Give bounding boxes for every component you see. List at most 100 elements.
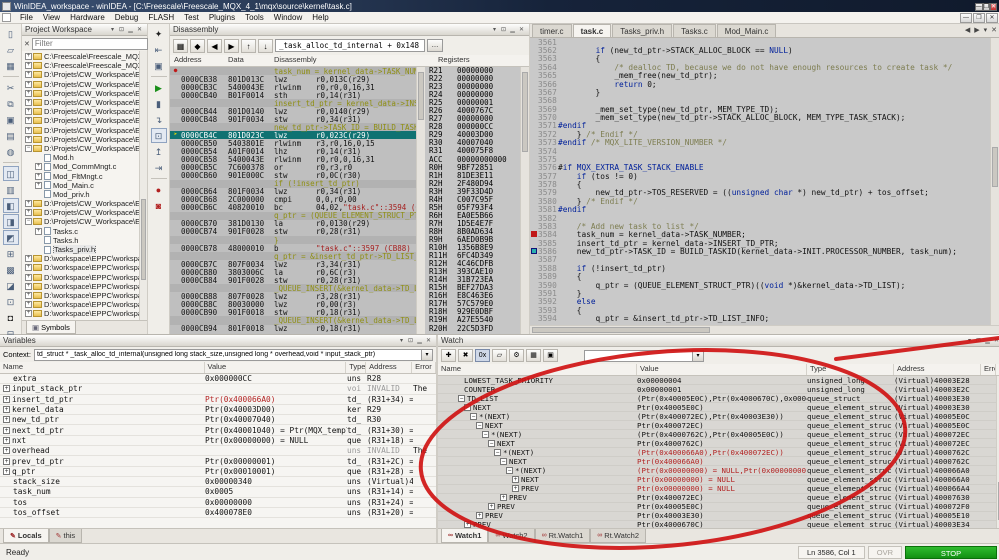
- tree-item[interactable]: + D:\Projets\CW_Workspace\EM: [22, 80, 139, 89]
- menu-window[interactable]: Window: [269, 12, 307, 24]
- tab-this[interactable]: ✎ this: [48, 529, 83, 543]
- table-row[interactable]: + nxt Ptr(0x00000000) = NULL que (R31+18) =: [0, 436, 436, 447]
- table-row[interactable]: + new_td_ptr Ptr(0x40007040) td_ R30: [0, 415, 436, 426]
- sfr-view-icon[interactable]: ◪: [3, 278, 19, 293]
- expander-icon[interactable]: +: [500, 494, 507, 502]
- close-icon[interactable]: ✕: [517, 25, 526, 35]
- add-watch-icon[interactable]: ✚: [441, 349, 456, 362]
- menu-view[interactable]: View: [38, 12, 65, 24]
- print-icon[interactable]: ▤: [3, 128, 19, 143]
- tree-item[interactable]: + C:\Freescale\Freescale_MQX_: [22, 61, 139, 70]
- expander-icon[interactable]: +: [25, 108, 32, 116]
- expander-icon[interactable]: +: [25, 200, 32, 208]
- context-combo[interactable]: td_struct * _task_alloc_td_internal(unsi…: [33, 348, 433, 361]
- code-line[interactable]: 3573 #endif /* MQX_LITE_VERSION_NUMBER */: [530, 138, 990, 147]
- expander-icon[interactable]: +: [25, 282, 32, 290]
- registers-scrollbar[interactable]: [520, 67, 529, 334]
- minimize-button[interactable]: —: [974, 3, 983, 11]
- tab-task-c[interactable]: task.c: [572, 24, 612, 37]
- tab-next-icon[interactable]: ▶: [972, 24, 981, 37]
- expander-icon[interactable]: +: [25, 264, 32, 272]
- mdi-restore-button[interactable]: ❐: [973, 12, 985, 23]
- folder-icon[interactable]: ▱: [492, 349, 507, 362]
- chevron-down-icon[interactable]: ▾: [108, 25, 117, 35]
- table-row[interactable]: + input_stack_ptr voi INVALID The: [0, 384, 436, 395]
- expander-icon[interactable]: −: [458, 394, 465, 402]
- expander-icon[interactable]: +: [25, 209, 32, 217]
- expander-icon[interactable]: +: [3, 385, 10, 393]
- expander-icon[interactable]: +: [25, 62, 32, 70]
- expander-icon[interactable]: −: [464, 403, 471, 411]
- code-line[interactable]: 3574: [530, 147, 990, 156]
- pause-icon[interactable]: ▮: [151, 96, 167, 111]
- mdi-close-button[interactable]: ✕: [986, 12, 998, 23]
- new-file-icon[interactable]: ▯: [3, 26, 19, 41]
- float-icon[interactable]: ▁: [983, 336, 992, 346]
- close-icon[interactable]: ✕: [135, 25, 144, 35]
- browse-button[interactable]: …: [427, 39, 443, 52]
- close-icon[interactable]: ✕: [424, 336, 433, 346]
- copy-icon[interactable]: ⧉: [3, 96, 19, 111]
- expander-icon[interactable]: +: [3, 447, 10, 455]
- expander-icon[interactable]: +: [3, 395, 10, 403]
- tree-item[interactable]: + D:\workspace\EPPC\workspac: [22, 263, 139, 272]
- menu-test[interactable]: Test: [179, 12, 204, 24]
- register-row[interactable]: R20H 22C5D3FD: [429, 324, 520, 333]
- step-into-icon[interactable]: ↴: [151, 112, 167, 127]
- menu-flash[interactable]: FLASH: [143, 12, 179, 24]
- pin-icon[interactable]: ⊡: [499, 25, 508, 35]
- float-icon[interactable]: ▁: [126, 25, 135, 35]
- expander-icon[interactable]: +: [35, 181, 42, 189]
- tab-mod_main-c[interactable]: Mod_Main.c: [716, 24, 777, 37]
- expander-icon[interactable]: +: [464, 521, 471, 528]
- tree-item[interactable]: + D:\Projets\CW_Workspace\EM: [22, 89, 139, 98]
- tree-item[interactable]: − D:\Projets\CW_Workspace\EM: [22, 217, 139, 226]
- expander-icon[interactable]: +: [25, 310, 32, 318]
- table-row[interactable]: + kernel_data Ptr(0x40003D00) ker R29: [0, 405, 436, 416]
- open-folder-icon[interactable]: ▱: [3, 42, 19, 57]
- tree-item[interactable]: + C:\Freescale\Freescale_MQX_: [22, 52, 139, 61]
- attach-icon[interactable]: ▣: [151, 58, 167, 73]
- forward-icon[interactable]: ▶: [224, 38, 239, 53]
- reset-icon[interactable]: ⇤: [151, 42, 167, 57]
- variables-view-icon[interactable]: ⊞: [3, 246, 19, 261]
- project-tree-scrollbar[interactable]: [139, 51, 147, 320]
- variables-grid[interactable]: extra 0x000000CC uns R28 + input_stack_ptr voi…: [0, 374, 436, 528]
- tree-item[interactable]: + D:\workspace\EPPC\workspac: [22, 273, 139, 282]
- run-icon[interactable]: ▶: [151, 80, 167, 95]
- hex-toggle-icon[interactable]: 0x: [475, 349, 490, 362]
- tab-rt-watch1[interactable]: ∞ Rt.Watch1: [534, 529, 591, 543]
- close-icon[interactable]: ✕: [992, 336, 999, 346]
- expander-icon[interactable]: +: [25, 99, 32, 107]
- expander-icon[interactable]: +: [35, 172, 42, 180]
- expander-icon[interactable]: +: [3, 457, 10, 465]
- table-row[interactable]: + insert_td_ptr Ptr(0x400066A0) td_ (R31+34)…: [0, 395, 436, 405]
- expander-icon[interactable]: −: [470, 412, 477, 420]
- step-over-icon[interactable]: ⊡: [150, 128, 167, 143]
- tree-item[interactable]: + D:\workspace\EPPC\workspac: [22, 291, 139, 300]
- code-line[interactable]: 3567 }: [530, 88, 990, 97]
- memory-view-icon[interactable]: ◨: [2, 214, 19, 229]
- breakpoint-icon[interactable]: ◙: [151, 198, 167, 213]
- goto-icon[interactable]: ◆: [190, 38, 205, 53]
- new-item-icon[interactable]: ▣: [543, 349, 558, 362]
- float-icon[interactable]: ▁: [415, 336, 424, 346]
- watch-expression-combo[interactable]: ▾: [584, 349, 704, 362]
- pin-icon[interactable]: ⊡: [406, 336, 415, 346]
- watch-view-icon[interactable]: ◩: [2, 230, 19, 245]
- workspace-view-icon[interactable]: ◫: [2, 166, 19, 181]
- disassembly-scrollbar[interactable]: [416, 67, 425, 334]
- tab-tasks_priv-h[interactable]: Tasks_priv.h: [612, 24, 673, 37]
- down-icon[interactable]: ↓: [258, 38, 273, 53]
- tree-item[interactable]: + D:\Projets\CW_Workspace\EM: [22, 135, 139, 144]
- paste-icon[interactable]: ▣: [3, 112, 19, 127]
- expander-icon[interactable]: +: [476, 512, 483, 520]
- expander-icon[interactable]: +: [25, 255, 32, 263]
- expander-icon[interactable]: +: [25, 117, 32, 125]
- tab-tasks-c[interactable]: Tasks.c: [673, 24, 716, 37]
- chevron-down-icon[interactable]: ▾: [490, 25, 499, 35]
- table-row[interactable]: + prev_td_ptr Ptr(0x00000001) td_ (R31+2C) =: [0, 456, 436, 467]
- menu-debug[interactable]: Debug: [110, 12, 144, 24]
- chevron-down-icon[interactable]: ▾: [397, 336, 406, 346]
- code-line[interactable]: 3581 #endif: [530, 205, 990, 214]
